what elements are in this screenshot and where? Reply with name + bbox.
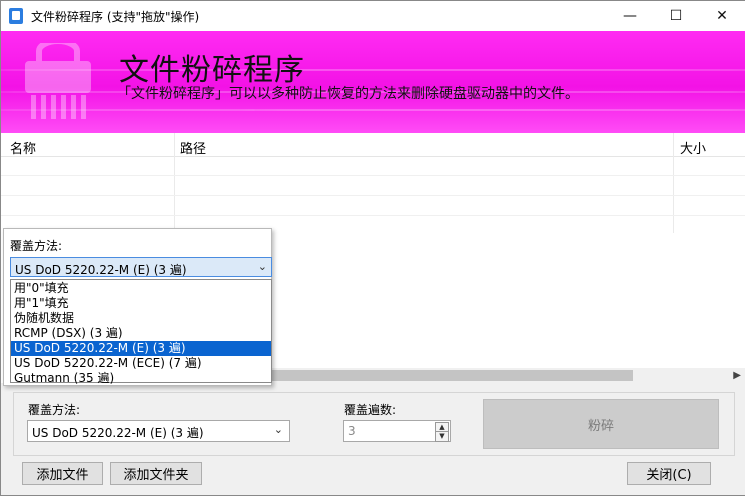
scrollbar-thumb[interactable]: [269, 370, 633, 381]
overwrite-method-popup: 覆盖方法: US DoD 5220.22-M (E) (3 遍) ⌄ 用"0"填…: [3, 228, 272, 386]
list-header: 名称 路径 大小: [1, 133, 745, 157]
method-option[interactable]: 伪随机数据: [11, 311, 271, 326]
method-option[interactable]: 用"0"填充: [11, 281, 271, 296]
window-title: 文件粉碎程序 (支持"拖放"操作): [31, 10, 200, 24]
shredder-logo-icon: [25, 43, 91, 119]
method-option[interactable]: RCMP (DSX) (3 遍): [11, 326, 271, 341]
method-option[interactable]: 用"1"填充: [11, 296, 271, 311]
scroll-right-icon[interactable]: ▶: [733, 368, 741, 383]
method-value: US DoD 5220.22-M (E) (3 遍): [32, 426, 204, 440]
header-banner: 文件粉碎程序 「文件粉碎程序」可以以多种防止恢复的方法来删除硬盘驱动器中的文件。: [1, 31, 745, 133]
spin-down-icon[interactable]: ▼: [435, 431, 449, 442]
chevron-down-icon[interactable]: ⌄: [274, 423, 283, 436]
method-option[interactable]: US DoD 5220.22-M (ECE) (7 遍): [11, 356, 271, 371]
app-icon: [9, 8, 23, 24]
maximize-button[interactable]: ☐: [653, 1, 699, 31]
passes-value: 3: [348, 424, 356, 438]
options-group: 覆盖方法: US DoD 5220.22-M (E) (3 遍) ⌄ 覆盖遍数:…: [13, 392, 735, 456]
method-label: 覆盖方法:: [28, 403, 81, 417]
title-bar: 文件粉碎程序 (支持"拖放"操作) — ☐ ✕: [1, 1, 745, 31]
method-combo[interactable]: US DoD 5220.22-M (E) (3 遍) ⌄: [27, 420, 290, 442]
column-path[interactable]: 路径: [180, 138, 206, 157]
file-shredder-window: 文件粉碎程序 (支持"拖放"操作) — ☐ ✕ 文件粉碎程序 「文件粉碎程序」可…: [0, 0, 745, 496]
method-option[interactable]: Gutmann (35 遍): [11, 371, 271, 386]
passes-label: 覆盖遍数:: [344, 403, 397, 417]
minimize-button[interactable]: —: [607, 1, 653, 31]
column-size[interactable]: 大小: [680, 138, 706, 157]
column-name[interactable]: 名称: [10, 138, 36, 157]
add-folder-button[interactable]: 添加文件夹: [110, 462, 202, 485]
add-file-button[interactable]: 添加文件: [22, 462, 103, 485]
chevron-down-icon[interactable]: ⌄: [258, 260, 267, 273]
popup-method-combo[interactable]: US DoD 5220.22-M (E) (3 遍) ⌄: [10, 257, 272, 277]
popup-method-label: 覆盖方法:: [10, 239, 63, 253]
passes-spinner[interactable]: 3 ▲ ▼: [343, 420, 451, 442]
close-window-button[interactable]: ✕: [699, 1, 745, 31]
popup-method-value: US DoD 5220.22-M (E) (3 遍): [15, 263, 187, 277]
shred-button[interactable]: 粉碎: [483, 399, 719, 449]
method-option-selected[interactable]: US DoD 5220.22-M (E) (3 遍): [11, 341, 271, 356]
horizontal-scrollbar[interactable]: ▶: [269, 368, 745, 383]
close-button[interactable]: 关闭(C): [627, 462, 711, 485]
method-options-list[interactable]: 用"0"填充 用"1"填充 伪随机数据 RCMP (DSX) (3 遍) US …: [10, 279, 272, 386]
banner-description: 「文件粉碎程序」可以以多种防止恢复的方法来删除硬盘驱动器中的文件。: [117, 86, 579, 102]
